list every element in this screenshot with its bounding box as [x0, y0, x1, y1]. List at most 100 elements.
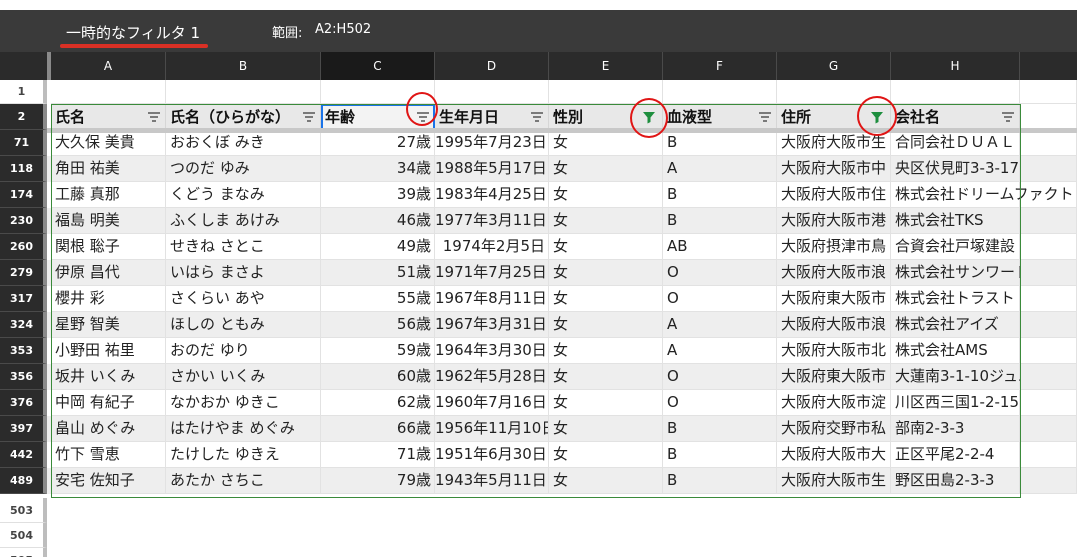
cell-age[interactable]: 49歳 — [321, 234, 435, 260]
header-cell-name[interactable]: 氏名 — [51, 104, 166, 130]
cell-company[interactable]: 正区平尾2-2-4 — [891, 442, 1020, 468]
filter-lines-icon[interactable] — [758, 110, 772, 124]
cell-birthdate[interactable]: 1974年2月5日 — [435, 234, 549, 260]
cell-name-kana[interactable]: おおくぼ みき — [166, 130, 321, 156]
cell-name-kana[interactable]: せきね さとこ — [166, 234, 321, 260]
cell-birthdate[interactable]: 1962年5月28日 — [435, 364, 549, 390]
cell-address[interactable]: 大阪府大阪市生 — [777, 468, 891, 494]
cell-blood-type[interactable]: B — [663, 182, 777, 208]
cell[interactable] — [1020, 338, 1077, 364]
cell-gender[interactable]: 女 — [549, 468, 663, 494]
row-number[interactable]: 324 — [0, 312, 47, 338]
cell-name[interactable]: 小野田 祐里 — [51, 338, 166, 364]
cell[interactable] — [891, 80, 1020, 104]
cell-blood-type[interactable]: AB — [663, 234, 777, 260]
cell-age[interactable]: 27歳 — [321, 130, 435, 156]
header-cell-name-kana[interactable]: 氏名（ひらがな） — [166, 104, 321, 130]
column-header-b[interactable]: B — [166, 52, 321, 80]
cell-blood-type[interactable]: O — [663, 260, 777, 286]
cell-gender[interactable]: 女 — [549, 234, 663, 260]
cell-blood-type[interactable]: A — [663, 338, 777, 364]
cell-age[interactable]: 46歳 — [321, 208, 435, 234]
cell-gender[interactable]: 女 — [549, 208, 663, 234]
cell[interactable] — [435, 80, 549, 104]
cell-company[interactable]: 株式会社TKS — [891, 208, 1020, 234]
cell-name[interactable]: 中岡 有紀子 — [51, 390, 166, 416]
cell-address[interactable]: 大阪府交野市私 — [777, 416, 891, 442]
row-number[interactable]: 376 — [0, 390, 47, 416]
cell-gender[interactable]: 女 — [549, 442, 663, 468]
cell-company[interactable]: 株式会社アイズ — [891, 312, 1020, 338]
cell[interactable] — [549, 80, 663, 104]
row-number[interactable]: 356 — [0, 364, 47, 390]
cell-name[interactable]: 角田 祐美 — [51, 156, 166, 182]
cell-birthdate[interactable]: 1967年8月11日 — [435, 286, 549, 312]
column-header-h[interactable]: H — [891, 52, 1020, 80]
cell-age[interactable]: 66歳 — [321, 416, 435, 442]
cell-address[interactable]: 大阪府大阪市浪 — [777, 260, 891, 286]
cell-name-kana[interactable]: さかい いくみ — [166, 364, 321, 390]
cell-company[interactable]: 合資会社戸塚建設 — [891, 234, 1020, 260]
row-number[interactable]: 317 — [0, 286, 47, 312]
header-cell-birthdate[interactable]: 生年月日 — [435, 104, 549, 130]
cell-address[interactable]: 大阪府大阪市住 — [777, 182, 891, 208]
filter-lines-icon[interactable] — [416, 110, 430, 124]
row-number[interactable]: 489 — [0, 468, 47, 494]
cell-birthdate[interactable]: 1967年3月31日 — [435, 312, 549, 338]
row-number[interactable]: 118 — [0, 156, 47, 182]
cell-birthdate[interactable]: 1964年3月30日 — [435, 338, 549, 364]
header-cell-blood-type[interactable]: 血液型 — [663, 104, 777, 130]
cell-age[interactable]: 79歳 — [321, 468, 435, 494]
cell-age[interactable]: 34歳 — [321, 156, 435, 182]
cell[interactable] — [1020, 416, 1077, 442]
cell-birthdate[interactable]: 1995年7月23日 — [435, 130, 549, 156]
cell[interactable] — [51, 80, 166, 104]
cell-age[interactable]: 51歳 — [321, 260, 435, 286]
cell-blood-type[interactable]: O — [663, 390, 777, 416]
cell-company[interactable]: 野区田島2-3-3 — [891, 468, 1020, 494]
cell-age[interactable]: 62歳 — [321, 390, 435, 416]
column-header-f[interactable]: F — [663, 52, 777, 80]
cell[interactable] — [1020, 208, 1077, 234]
cell-company[interactable]: 株式会社トラスト — [891, 286, 1020, 312]
cell-name-kana[interactable]: ふくしま あけみ — [166, 208, 321, 234]
cell-name[interactable]: 伊原 昌代 — [51, 260, 166, 286]
cell-blood-type[interactable]: B — [663, 468, 777, 494]
cell-address[interactable]: 大阪府大阪市北 — [777, 338, 891, 364]
filter-lines-icon[interactable] — [147, 110, 161, 124]
cell-address[interactable]: 大阪府東大阪市 — [777, 286, 891, 312]
cell[interactable] — [1020, 364, 1077, 390]
cell-gender[interactable]: 女 — [549, 182, 663, 208]
cell-birthdate[interactable]: 1971年7月25日 — [435, 260, 549, 286]
row-number[interactable]: 442 — [0, 442, 47, 468]
cell-name-kana[interactable]: ほしの ともみ — [166, 312, 321, 338]
cell-blood-type[interactable]: B — [663, 130, 777, 156]
cell-blood-type[interactable]: A — [663, 312, 777, 338]
cell-company[interactable]: 部南2-3-3 — [891, 416, 1020, 442]
cell[interactable] — [1020, 130, 1077, 156]
cell[interactable] — [1020, 312, 1077, 338]
cell-name[interactable]: 関根 聡子 — [51, 234, 166, 260]
cell-blood-type[interactable]: B — [663, 208, 777, 234]
row-number[interactable]: 260 — [0, 234, 47, 260]
cell-name-kana[interactable]: さくらい あや — [166, 286, 321, 312]
cell-name[interactable]: 福島 明美 — [51, 208, 166, 234]
column-header-g[interactable]: G — [777, 52, 891, 80]
cell[interactable] — [321, 80, 435, 104]
cell-gender[interactable]: 女 — [549, 416, 663, 442]
cell[interactable] — [1020, 442, 1077, 468]
cell-address[interactable]: 大阪府大阪市港 — [777, 208, 891, 234]
cell-address[interactable]: 大阪府大阪市中 — [777, 156, 891, 182]
cell-age[interactable]: 55歳 — [321, 286, 435, 312]
cell-birthdate[interactable]: 1983年4月25日 — [435, 182, 549, 208]
cell-company[interactable]: 株式会社ドリームファクト — [891, 182, 1074, 208]
cell-company[interactable]: 株式会社サンワード — [891, 260, 1030, 286]
cell-address[interactable]: 大阪府大阪市生 — [777, 130, 891, 156]
cell-age[interactable]: 71歳 — [321, 442, 435, 468]
cell-company[interactable]: 川区西三国1-2-15 — [891, 390, 1020, 416]
row-number[interactable]: 174 — [0, 182, 47, 208]
row-number[interactable]: 503 — [0, 498, 47, 523]
cell-name[interactable]: 竹下 雪恵 — [51, 442, 166, 468]
cell-gender[interactable]: 女 — [549, 390, 663, 416]
row-number[interactable]: 1 — [0, 80, 47, 104]
